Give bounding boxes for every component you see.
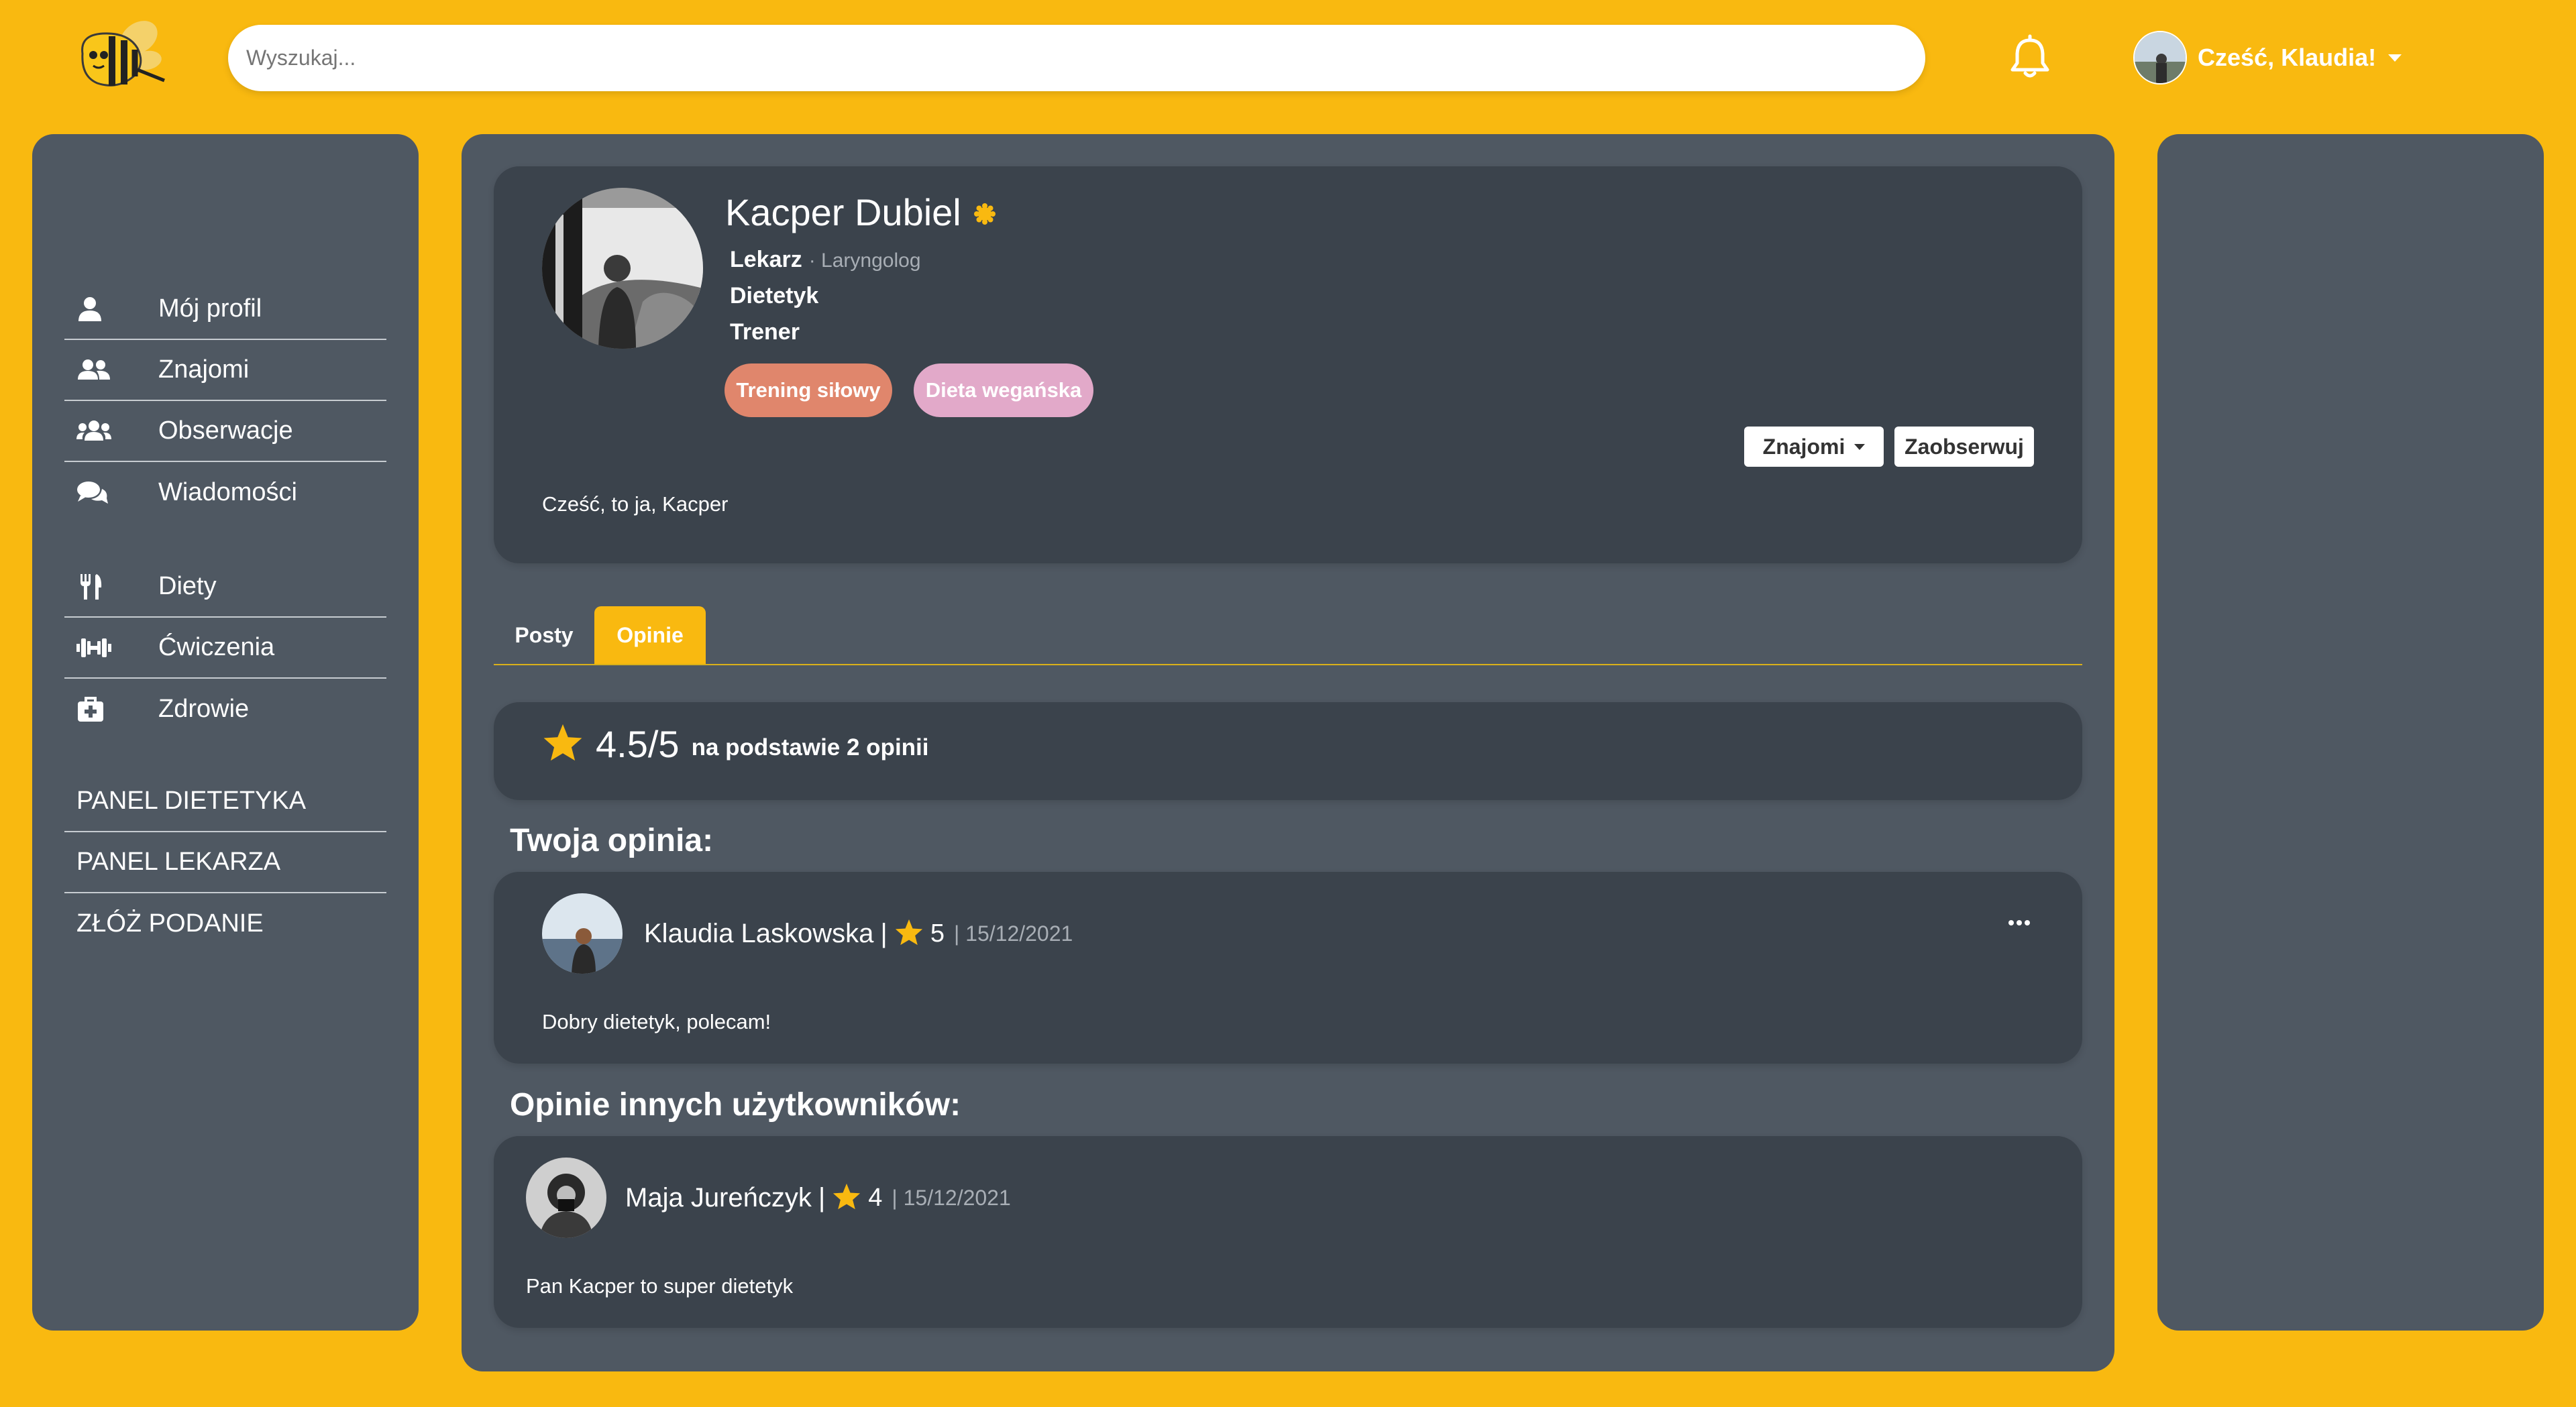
opinion-author[interactable]: Klaudia Laskowska: [644, 919, 873, 949]
opinion-date: | 15/12/2021: [953, 921, 1073, 946]
avatar[interactable]: [542, 893, 623, 974]
bee-logo[interactable]: [70, 8, 178, 109]
own-opinion-title: Twoja opinia:: [510, 823, 714, 858]
panels-nav: PANEL DIETETYKA PANEL LEKARZA ZŁÓŻ PODAN…: [64, 771, 386, 954]
chevron-down-icon: [1854, 443, 1866, 450]
sidebar-item-doctor-panel[interactable]: PANEL LEKARZA: [64, 832, 386, 893]
role-label: Lekarz: [730, 247, 802, 272]
sidebar-item-messages[interactable]: Wiadomości: [64, 462, 386, 523]
user-greeting: Cześć, Klaudia!: [2198, 44, 2377, 71]
user-menu-toggle[interactable]: Cześć, Klaudia!: [2133, 30, 2402, 86]
follow-button[interactable]: Zaobserwuj: [1894, 427, 2034, 467]
first-aid-icon: [76, 696, 130, 723]
opinion-header: Maja Jureńczyk | 4 | 15/12/2021: [526, 1158, 1011, 1238]
avatar[interactable]: [526, 1158, 606, 1238]
sidebar-item-following[interactable]: Obserwacje: [64, 401, 386, 462]
star-icon: [542, 722, 584, 766]
other-opinions-title: Opinie innych użytkowników:: [510, 1087, 961, 1123]
sidebar-item-submit-application[interactable]: ZŁÓŻ PODANIE: [64, 893, 386, 954]
search-bar[interactable]: [228, 25, 1925, 91]
profile-tabs: Posty Opinie: [494, 606, 2082, 665]
sidebar-item-label: PANEL LEKARZA: [76, 848, 281, 876]
sidebar-item-label: Diety: [158, 572, 217, 600]
utensils-icon: [76, 573, 130, 601]
user-icon: [76, 296, 130, 323]
opinion-text: Dobry dietetyk, polecam!: [542, 1010, 771, 1033]
profile-bio: Cześć, to ja, Kacper: [542, 492, 729, 516]
features-nav: Diety Ćwiczenia Zdrowie: [64, 557, 386, 740]
comments-icon: [76, 480, 130, 506]
bell-icon[interactable]: [2006, 34, 2054, 82]
role-doctor: Lekarz · Laryngolog: [730, 247, 921, 273]
profile-card: Kacper Dubiel Lekarz · Laryngolog Dietety…: [494, 166, 2082, 563]
sidebar-item-profile[interactable]: Mój profil: [64, 279, 386, 340]
left-sidebar: Mój profil Znajomi Obserwacje Wiadomości: [32, 134, 419, 1331]
role-dietitian: Dietetyk: [730, 283, 819, 308]
role-specialization: · Laryngolog: [808, 249, 921, 272]
chevron-down-icon: [2388, 54, 2402, 62]
profile-name-row: Kacper Dubiel: [725, 190, 996, 234]
role-trainer: Trener: [730, 319, 800, 345]
separator: |: [818, 1182, 826, 1213]
separator: |: [880, 918, 888, 948]
main-nav: Mój profil Znajomi Obserwacje Wiadomości: [64, 279, 386, 523]
rating-line: 4.5/5 na podstawie 2 opinii: [542, 722, 929, 766]
search-input[interactable]: [245, 45, 1909, 71]
sidebar-item-label: Znajomi: [158, 355, 250, 384]
star-icon: [894, 918, 924, 950]
sidebar-item-label: Wiadomości: [158, 478, 297, 506]
sidebar-item-label: Zdrowie: [158, 695, 250, 723]
opinion-score: 4: [868, 1183, 883, 1212]
right-sidebar: [2157, 134, 2544, 1331]
sidebar-item-dietitian-panel[interactable]: PANEL DIETETYKA: [64, 771, 386, 832]
opinion-header: Klaudia Laskowska | 5 | 15/12/2021: [542, 893, 1073, 974]
star-icon: [832, 1182, 861, 1214]
user-friends-icon: [76, 357, 130, 384]
profile-photo: [542, 188, 703, 349]
more-options-icon[interactable]: [2008, 920, 2030, 925]
tag-strength-training[interactable]: Trening siłowy: [724, 363, 892, 417]
other-opinion-card: Maja Jureńczyk | 4 | 15/12/2021 Pan Kacp…: [494, 1136, 2082, 1328]
opinion-author[interactable]: Maja Jureńczyk: [625, 1183, 812, 1213]
rating-value: 4.5/5: [596, 723, 680, 765]
friends-button-label: Znajomi: [1762, 434, 1845, 459]
opinion-date: | 15/12/2021: [892, 1185, 1011, 1210]
opinion-score: 5: [930, 919, 945, 948]
avatar: [2133, 31, 2187, 85]
sidebar-item-exercises[interactable]: Ćwiczenia: [64, 618, 386, 679]
sidebar-item-label: ZŁÓŻ PODANIE: [76, 909, 264, 938]
tab-posts[interactable]: Posty: [494, 606, 594, 664]
tab-opinions[interactable]: Opinie: [594, 606, 706, 664]
friends-dropdown-button[interactable]: Znajomi: [1744, 427, 1884, 467]
tag-vegan-diet[interactable]: Dieta wegańska: [914, 363, 1093, 417]
opinion-text: Pan Kacper to super dietetyk: [526, 1274, 794, 1298]
sidebar-item-friends[interactable]: Znajomi: [64, 340, 386, 401]
sidebar-item-diets[interactable]: Diety: [64, 557, 386, 618]
verified-badge-icon: [973, 190, 996, 234]
sidebar-item-health[interactable]: Zdrowie: [64, 679, 386, 740]
sidebar-item-label: Ćwiczenia: [158, 633, 275, 661]
sidebar-item-label: Obserwacje: [158, 416, 293, 445]
rating-summary: 4.5/5 na podstawie 2 opinii: [494, 702, 2082, 800]
sidebar-item-label: Mój profil: [158, 294, 262, 323]
profile-name: Kacper Dubiel: [725, 191, 961, 233]
dumbbell-icon: [76, 634, 130, 661]
rating-count-text: na podstawie 2 opinii: [691, 734, 929, 761]
sidebar-item-label: PANEL DIETETYKA: [76, 787, 307, 815]
users-icon: [76, 418, 130, 445]
own-opinion-card: Klaudia Laskowska | 5 | 15/12/2021 Dobry…: [494, 872, 2082, 1064]
